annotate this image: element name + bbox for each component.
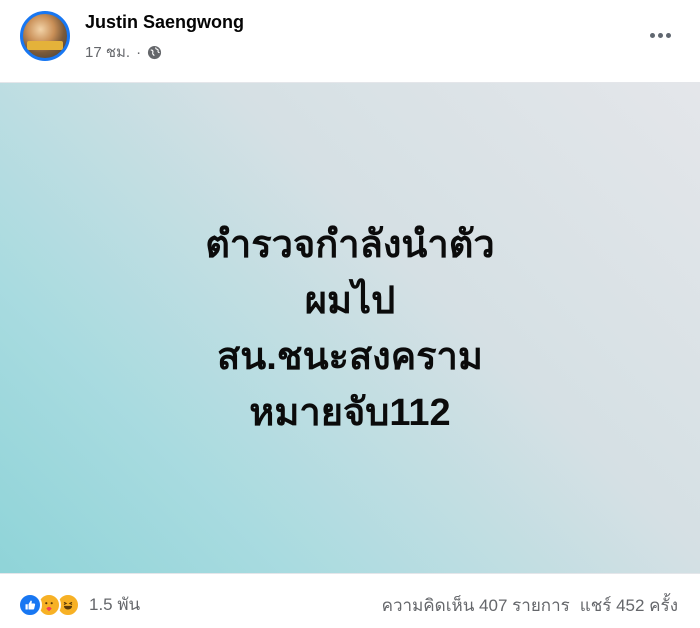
reactions-summary[interactable]: 1.5 พัน [18,591,140,618]
globe-icon[interactable] [147,45,162,60]
shares-count-link[interactable]: แชร์ 452 ครั้ง [580,592,678,619]
author-name[interactable]: Justin Saengwong [85,12,244,33]
avatar-badge [27,41,63,50]
post-meta: 17 ชม. · [85,40,162,64]
post-footer: 1.5 พัน ความคิดเห็น 407 รายการ แชร์ 452 … [0,574,700,628]
facebook-post: Justin Saengwong 17 ชม. · ตำรวจกำลังนำตั… [0,0,700,628]
message-line: ผมไป [304,280,396,322]
post-message: ตำรวจกำลังนำตัว ผมไป สน.ชนะสงคราม หมายจั… [205,217,495,441]
reaction-count[interactable]: 1.5 พัน [89,591,140,618]
message-line: หมายจับ112 [249,392,451,434]
post-header: Justin Saengwong 17 ชม. · [0,0,700,82]
message-line: สน.ชนะสงคราม [217,336,483,378]
author-avatar[interactable] [20,11,70,61]
post-media-text-background[interactable]: ตำรวจกำลังนำตัว ผมไป สน.ชนะสงคราม หมายจั… [0,82,700,574]
more-options-button[interactable] [642,20,678,50]
post-stats: ความคิดเห็น 407 รายการ แชร์ 452 ครั้ง [382,592,678,619]
like-icon [18,592,42,617]
message-line: ตำรวจกำลังนำตัว [205,224,495,266]
meta-separator: · [136,43,142,61]
post-time[interactable]: 17 ชม. [85,40,130,64]
comments-count-link[interactable]: ความคิดเห็น 407 รายการ [382,592,570,619]
more-horizontal-icon [649,32,671,38]
